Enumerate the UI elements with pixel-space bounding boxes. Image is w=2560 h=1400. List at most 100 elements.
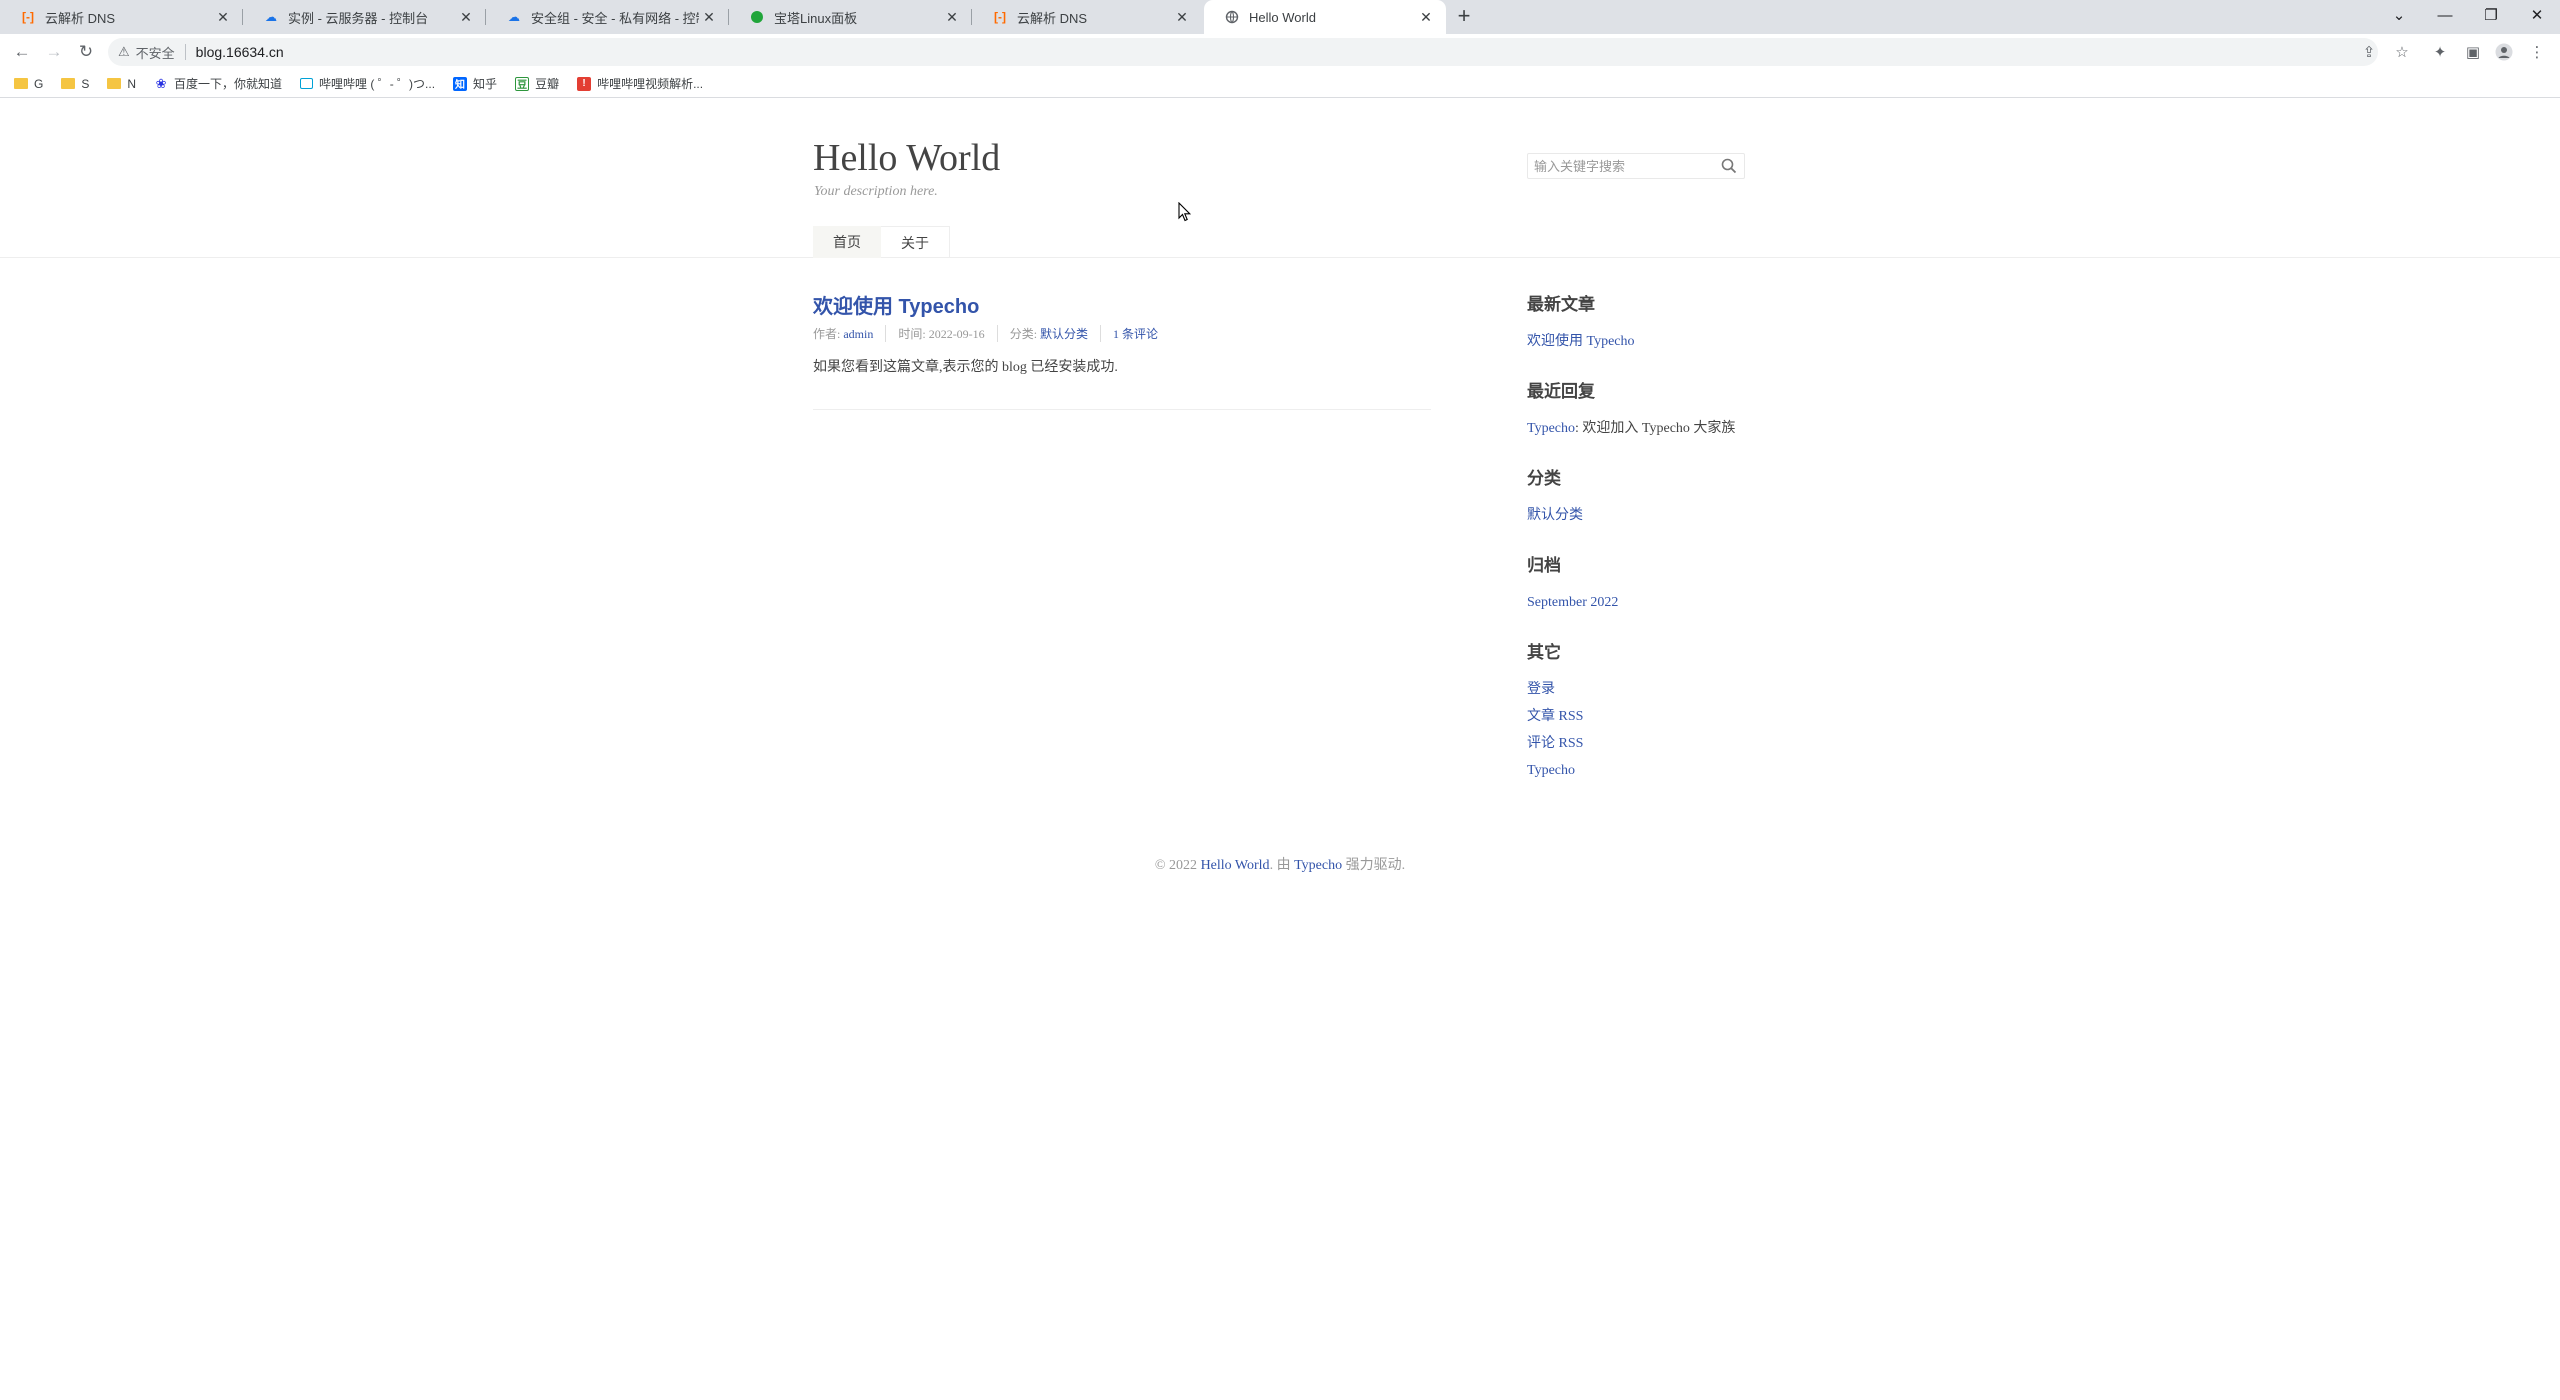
post-category: 分类: 默认分类 <box>1009 325 1102 342</box>
time-label: 时间: <box>898 327 929 341</box>
bookmark-star-icon[interactable]: ☆ <box>2392 42 2412 62</box>
reload-icon[interactable]: ↻ <box>75 41 97 63</box>
post-time: 时间: 2022-09-16 <box>898 325 998 342</box>
blog-page: Hello World Your description here. 首页 关于… <box>0 100 2560 873</box>
nav-home[interactable]: 首页 <box>813 226 881 258</box>
post-author: 作者: admin <box>813 325 887 342</box>
tab-label: 安全组 - 安全 - 私有网络 - 控制台 <box>531 10 699 26</box>
side-panel-icon[interactable]: ▣ <box>2463 42 2483 62</box>
globe-icon <box>1224 9 1240 25</box>
bookmark-folder-g[interactable]: G <box>14 77 43 91</box>
close-icon[interactable]: ✕ <box>1172 7 1192 27</box>
comments-rss-link[interactable]: 评论 RSS <box>1527 736 1583 751</box>
bookmark-label: 豆瓣 <box>535 77 560 91</box>
footer-suffix: 强力驱动. <box>1342 858 1406 873</box>
new-tab-icon[interactable]: + <box>1452 5 1476 29</box>
search-input[interactable] <box>1528 154 1713 178</box>
tab-5[interactable]: [-] 云解析 DNS ✕ <box>972 0 1202 34</box>
widget-title: 其它 <box>1527 643 1561 662</box>
typecho-link[interactable]: Typecho <box>1527 763 1575 778</box>
tab-2[interactable]: ☁ 实例 - 云服务器 - 控制台 ✕ <box>243 0 486 34</box>
list-item: 文章 RSS <box>1527 703 1767 730</box>
bookmark-folder-n[interactable]: N <box>107 77 136 91</box>
bookmark-bilibili[interactable]: 哔哩哔哩 ( ゜- ゜)つ... <box>300 75 435 92</box>
url-text[interactable]: blog.16634.cn <box>196 44 284 60</box>
comment-text: : 欢迎加入 Typecho 大家族 <box>1575 421 1736 436</box>
forward-icon[interactable]: → <box>43 41 65 63</box>
tab-active[interactable]: Hello World ✕ <box>1204 0 1446 34</box>
bookmark-video-parser[interactable]: ! 哔哩哔哩视频解析... <box>577 75 703 92</box>
bookmark-label: 知乎 <box>473 77 498 91</box>
warning-icon[interactable]: ⚠ <box>118 44 130 60</box>
list-item: Typecho <box>1527 757 1767 784</box>
bookmark-label: S <box>81 76 90 91</box>
close-icon[interactable]: ✕ <box>942 7 962 27</box>
address-bar[interactable]: ⚠ 不安全 blog.16634.cn <box>108 38 2378 66</box>
author-link[interactable]: admin <box>843 327 873 341</box>
nav-about[interactable]: 关于 <box>881 226 950 258</box>
post: 欢迎使用 Typecho 作者: admin 时间: 2022-09-16 分类… <box>813 290 1433 410</box>
category-link[interactable]: 默认分类 <box>1040 327 1088 341</box>
tab-3[interactable]: ☁ 安全组 - 安全 - 私有网络 - 控制台 ✕ <box>486 0 729 34</box>
footer-typecho-link[interactable]: Typecho <box>1294 858 1342 873</box>
login-link[interactable]: 登录 <box>1527 682 1555 697</box>
category-item-link[interactable]: 默认分类 <box>1527 508 1583 523</box>
share-icon[interactable]: ⇪ <box>2359 42 2379 62</box>
extensions-icon[interactable]: ✦ <box>2430 42 2450 62</box>
close-icon[interactable]: ✕ <box>456 7 476 27</box>
footer-site-link[interactable]: Hello World <box>1201 858 1270 873</box>
widget-recent-posts: 最新文章 欢迎使用 Typecho <box>1527 290 1767 355</box>
bookmark-label: G <box>34 76 44 91</box>
widget-categories: 分类 默认分类 <box>1527 464 1767 529</box>
posts-rss-link[interactable]: 文章 RSS <box>1527 709 1583 724</box>
tab-search-icon[interactable]: ⌄ <box>2376 0 2422 30</box>
comment-author-link[interactable]: Typecho <box>1527 421 1575 436</box>
cloud-icon: ☁ <box>265 10 277 24</box>
list-item: 默认分类 <box>1527 502 1767 529</box>
bookmark-label: 哔哩哔哩 ( ゜- ゜)つ... <box>319 77 436 91</box>
close-icon[interactable]: ✕ <box>213 7 233 27</box>
tab-label: 实例 - 云服务器 - 控制台 <box>288 10 429 26</box>
main-content: 欢迎使用 Typecho 作者: admin 时间: 2022-09-16 分类… <box>813 290 1433 410</box>
menu-icon[interactable]: ⋮ <box>2527 42 2547 62</box>
baidu-icon: ❀ <box>155 75 167 91</box>
zhihu-icon: 知 <box>453 76 468 91</box>
widget-other: 其它 登录 文章 RSS 评论 RSS Typecho <box>1527 638 1767 784</box>
bookmark-zhihu[interactable]: 知 知乎 <box>453 75 497 92</box>
site-title[interactable]: Hello World <box>813 136 1000 180</box>
folder-icon <box>61 78 76 89</box>
back-icon[interactable]: ← <box>11 41 33 63</box>
security-label[interactable]: 不安全 <box>136 43 175 62</box>
widget-recent-comments: 最近回复 Typecho: 欢迎加入 Typecho 大家族 <box>1527 377 1767 442</box>
minimize-icon[interactable]: — <box>2422 0 2468 30</box>
category-label: 分类: <box>1009 327 1041 341</box>
tab-1[interactable]: [-] 云解析 DNS ✕ <box>0 0 243 34</box>
bilibili-icon <box>300 78 314 89</box>
recent-post-link[interactable]: 欢迎使用 Typecho <box>1527 334 1635 349</box>
author-label: 作者: <box>813 327 844 341</box>
restore-icon[interactable]: ❐ <box>2468 0 2514 30</box>
post-title[interactable]: 欢迎使用 Typecho <box>813 290 1433 319</box>
bookmarks-bar: G S N ❀ 百度一下，你就知道 哔哩哔哩 ( ゜- ゜)つ... 知 知乎 … <box>0 70 2560 98</box>
tab-4[interactable]: 宝塔Linux面板 ✕ <box>729 0 972 34</box>
bookmark-folder-s[interactable]: S <box>61 77 89 91</box>
list-item: September 2022 <box>1527 589 1767 616</box>
archive-link[interactable]: September 2022 <box>1527 595 1618 610</box>
tab-label: 宝塔Linux面板 <box>774 10 858 26</box>
search-icon[interactable] <box>1720 157 1738 175</box>
address-divider <box>184 44 186 60</box>
tab-strip: [-] 云解析 DNS ✕ ☁ 实例 - 云服务器 - 控制台 ✕ ☁ 安全组 … <box>0 0 2560 34</box>
window-close-icon[interactable]: ✕ <box>2514 0 2560 30</box>
close-icon[interactable]: ✕ <box>1416 7 1436 27</box>
aliyun-icon: [-] <box>994 10 1006 24</box>
comments-link[interactable]: 1 条评论 <box>1113 325 1170 342</box>
bookmark-douban[interactable]: 豆 豆瓣 <box>515 75 559 92</box>
cloud-icon: ☁ <box>508 10 520 24</box>
widget-title: 最新文章 <box>1527 295 1595 314</box>
bookmark-label: N <box>127 76 137 91</box>
profile-icon[interactable] <box>2494 42 2514 62</box>
close-icon[interactable]: ✕ <box>699 7 719 27</box>
list-item: Typecho: 欢迎加入 Typecho 大家族 <box>1527 415 1767 442</box>
site-footer: © 2022 Hello World. 由 Typecho 强力驱动. <box>0 854 2560 874</box>
bookmark-baidu[interactable]: ❀ 百度一下，你就知道 <box>154 75 282 92</box>
